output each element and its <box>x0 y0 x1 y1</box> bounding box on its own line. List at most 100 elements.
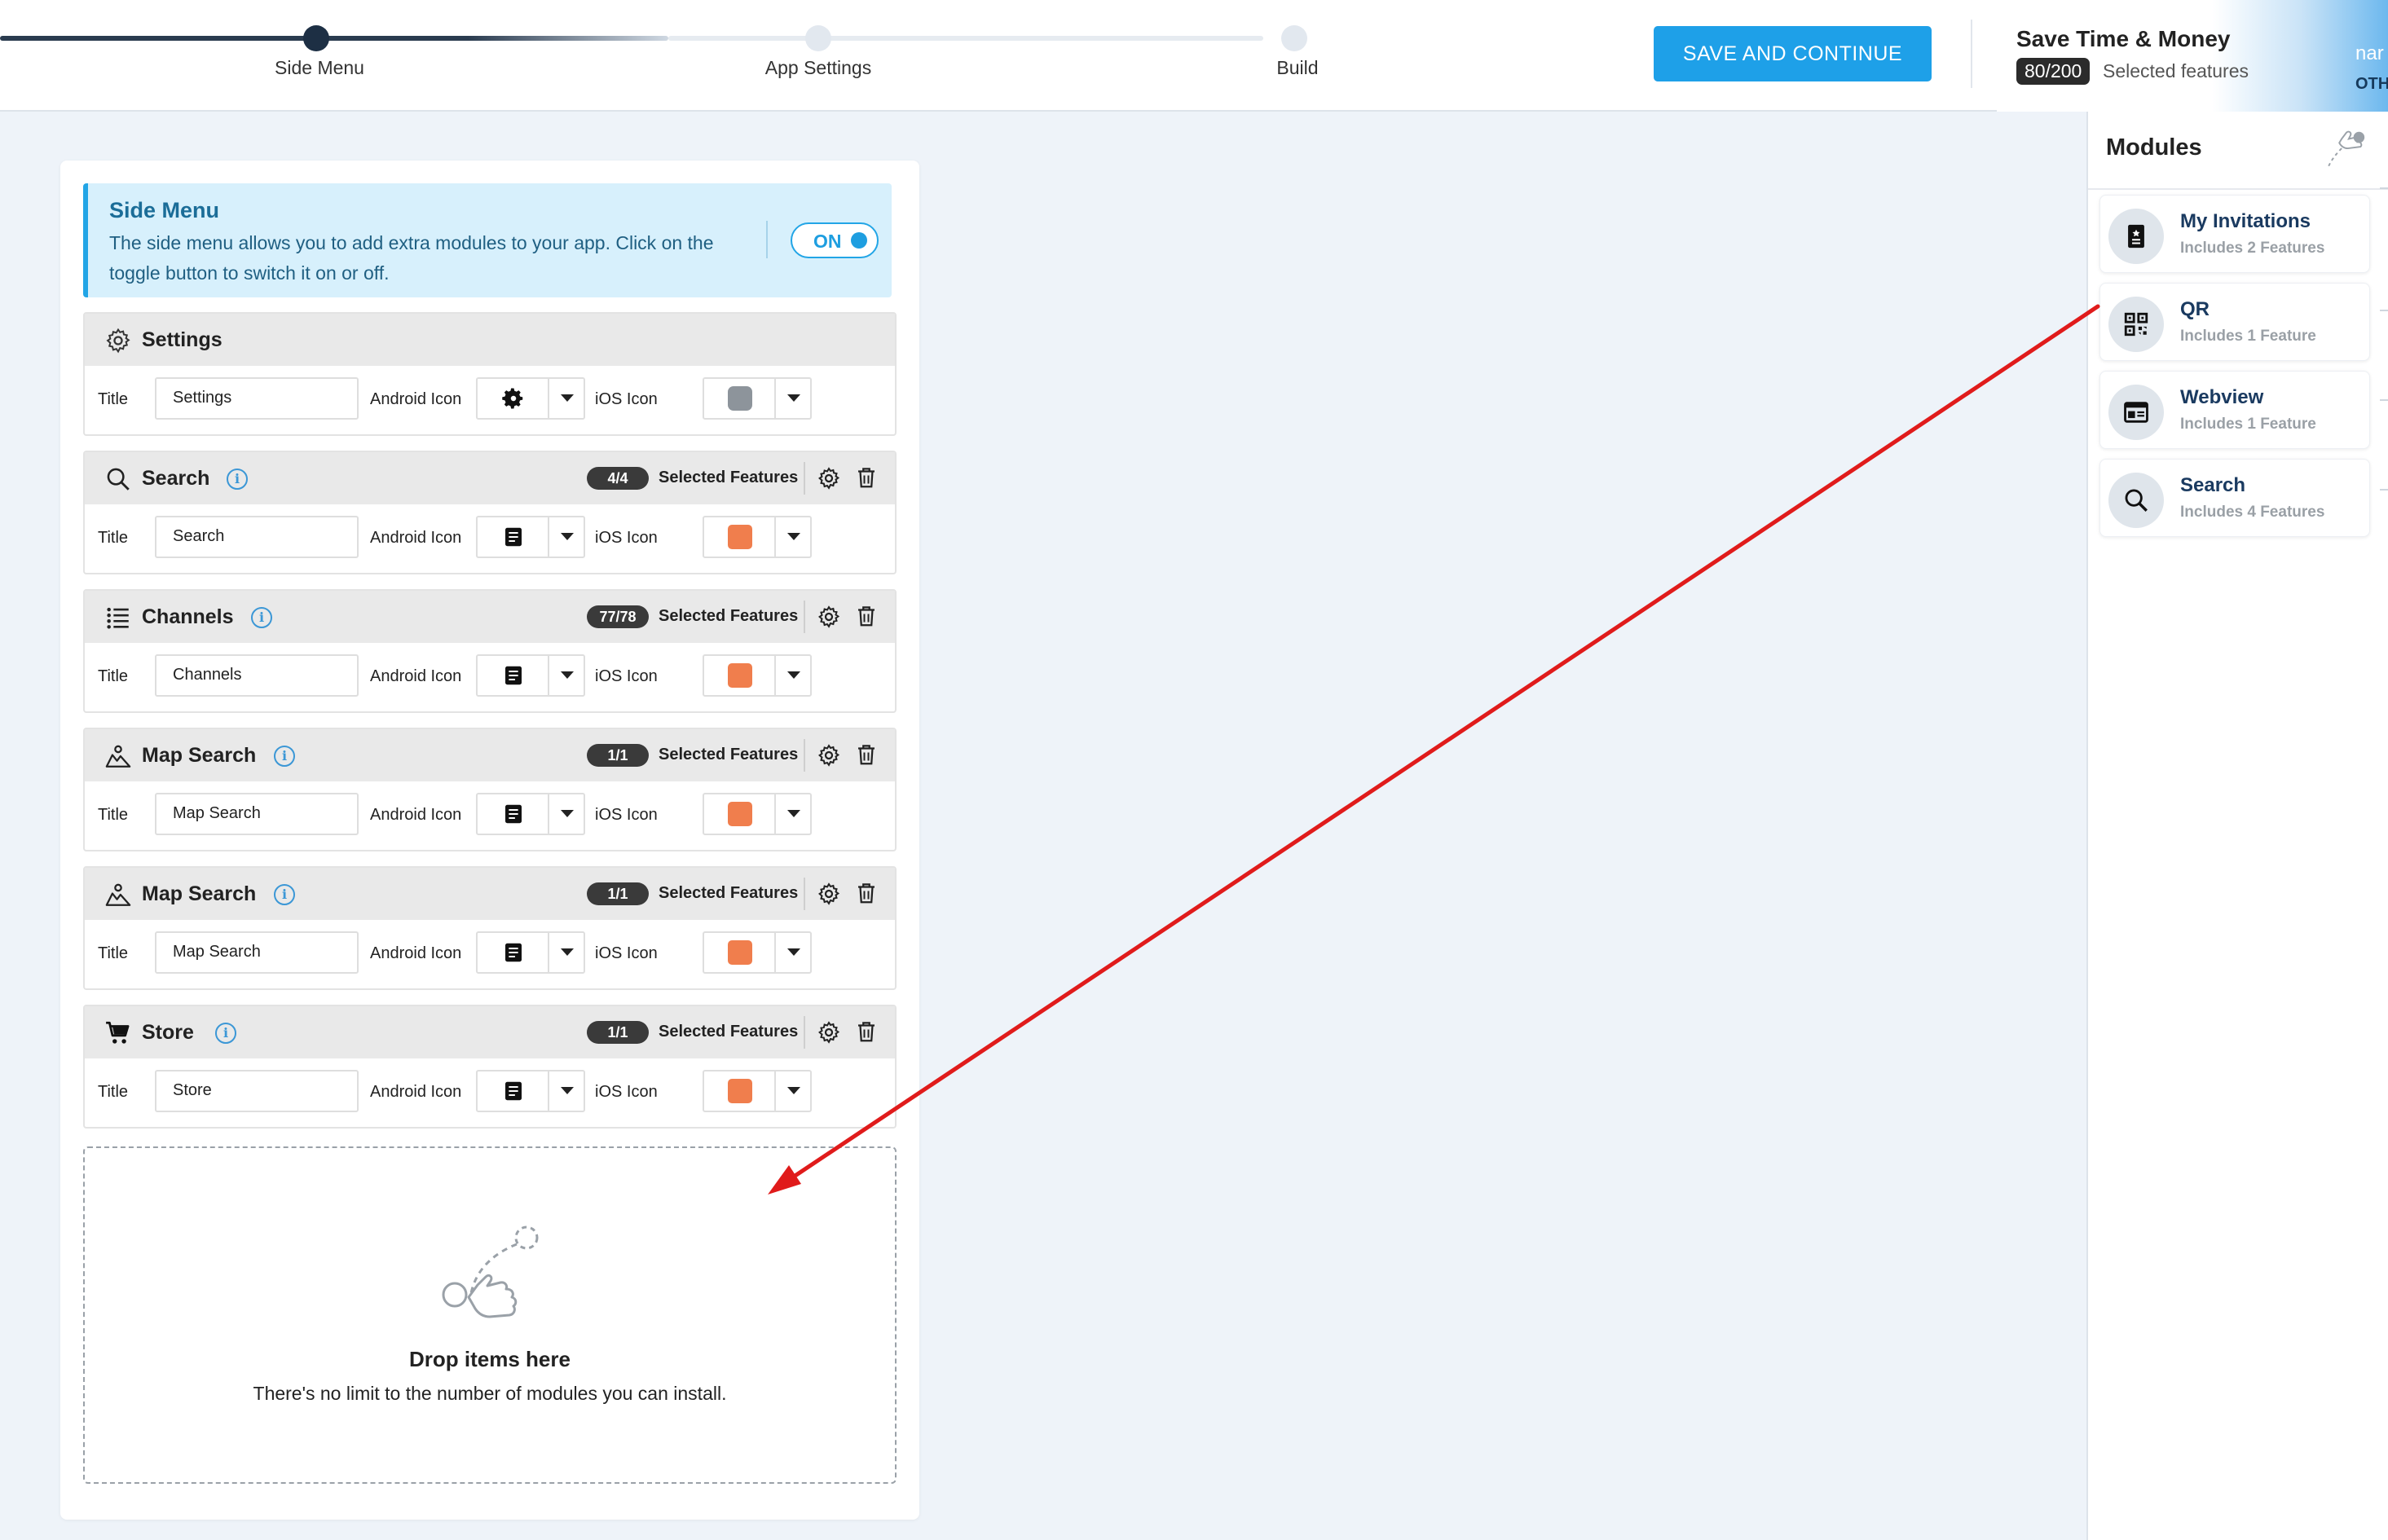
step-side-menu-dot[interactable] <box>303 25 329 51</box>
chevron-down-icon[interactable] <box>561 948 574 956</box>
module-name: Search <box>142 467 210 490</box>
module-card-search[interactable]: Search Includes 4 Features <box>2099 459 2370 537</box>
info-icon[interactable]: i <box>227 469 248 490</box>
step-build-label[interactable]: Build <box>1200 57 1395 79</box>
info-description: The side menu allows you to add extra mo… <box>109 232 714 284</box>
drop-zone-title: Drop items here <box>409 1347 571 1371</box>
gear-icon[interactable] <box>817 743 841 768</box>
picker-icon-slot <box>478 656 549 695</box>
info-icon[interactable]: i <box>215 1023 236 1044</box>
chevron-down-icon[interactable] <box>787 394 800 402</box>
module-card-webview[interactable]: Webview Includes 1 Feature <box>2099 371 2370 449</box>
modules-sidebar: Modules My Invitations Includes 2 Featur… <box>2086 112 2388 1540</box>
invitation-icon <box>2128 224 2144 249</box>
ios-icon-picker[interactable] <box>703 516 812 558</box>
step-build-dot[interactable] <box>1281 25 1307 51</box>
trash-icon[interactable] <box>854 603 879 629</box>
title-input[interactable]: Channels <box>155 654 359 697</box>
module-map-search[interactable]: Map Search i 1/1 Selected Features Title… <box>83 728 897 851</box>
picker-icon-slot <box>704 379 776 418</box>
module-drop-zone[interactable]: Drop items here There's no limit to the … <box>83 1146 897 1484</box>
title-input[interactable]: Map Search <box>155 931 359 974</box>
ios-icon-picker[interactable] <box>703 793 812 835</box>
trash-icon[interactable] <box>854 464 879 491</box>
divider <box>2380 187 2388 189</box>
divider <box>804 1016 805 1049</box>
title-label: Title <box>98 667 129 685</box>
chevron-down-icon[interactable] <box>787 948 800 956</box>
save-and-continue-button[interactable]: SAVE AND CONTINUE <box>1654 26 1932 81</box>
gear-icon[interactable] <box>817 605 841 629</box>
document-icon <box>505 943 522 962</box>
chevron-down-icon[interactable] <box>561 533 574 540</box>
toggle-label: ON <box>813 231 842 252</box>
module-card-subtitle: Includes 1 Feature <box>2180 328 2316 345</box>
search-icon <box>107 468 130 491</box>
step-side-menu-label[interactable]: Side Menu <box>222 57 417 79</box>
chevron-down-icon[interactable] <box>561 671 574 679</box>
info-icon[interactable]: i <box>274 746 295 767</box>
rss-icon <box>728 940 752 965</box>
ios-icon-label: iOS Icon <box>595 806 658 824</box>
trash-icon[interactable] <box>854 880 879 906</box>
selected-features-label: Selected Features <box>659 607 799 625</box>
ios-icon-label: iOS Icon <box>595 390 658 408</box>
chevron-down-icon[interactable] <box>561 1087 574 1094</box>
promo-banner[interactable]: Save Time & Money 80/200 Selected featur… <box>1997 0 2388 112</box>
title-input[interactable]: Store <box>155 1070 359 1112</box>
gear-icon[interactable] <box>817 1020 841 1045</box>
android-icon-picker[interactable] <box>476 1070 585 1112</box>
android-icon-picker[interactable] <box>476 931 585 974</box>
ios-icon-picker[interactable] <box>703 1070 812 1112</box>
chevron-down-icon[interactable] <box>787 1087 800 1094</box>
chevron-down-icon[interactable] <box>561 394 574 402</box>
module-card-qr[interactable]: QR Includes 1 Feature <box>2099 283 2370 361</box>
selected-features-label: Selected Features <box>659 746 799 763</box>
divider <box>2380 399 2388 401</box>
rss-icon <box>728 1079 752 1103</box>
selected-count-badge: 1/1 <box>587 744 649 767</box>
info-icon[interactable]: i <box>251 607 272 628</box>
trash-icon[interactable] <box>854 741 879 768</box>
module-channels[interactable]: Channels i 77/78 Selected Features Title… <box>83 589 897 713</box>
title-input[interactable]: Map Search <box>155 793 359 835</box>
document-icon <box>505 804 522 824</box>
gear-icon[interactable] <box>817 466 841 491</box>
module-name: Channels <box>142 605 234 628</box>
ios-icon-label: iOS Icon <box>595 529 658 547</box>
module-map-search[interactable]: Map Search i 1/1 Selected Features Title… <box>83 866 897 990</box>
step-app-settings-label[interactable]: App Settings <box>720 57 916 79</box>
ios-icon-picker[interactable] <box>703 377 812 420</box>
card-icon-wrap <box>2108 473 2164 528</box>
side-menu-toggle[interactable]: ON <box>791 222 879 258</box>
selected-count-badge: 80/200 <box>2016 58 2091 85</box>
chevron-down-icon[interactable] <box>787 533 800 540</box>
modules-title: Modules <box>2106 134 2202 161</box>
picker-icon-slot <box>704 1071 776 1111</box>
chevron-down-icon[interactable] <box>787 671 800 679</box>
module-header: Search i 4/4 Selected Features <box>85 452 895 504</box>
ios-icon-picker[interactable] <box>703 654 812 697</box>
step-app-settings-dot[interactable] <box>805 25 831 51</box>
picker-icon-slot <box>704 933 776 972</box>
module-store[interactable]: Store i 1/1 Selected Features Title Stor… <box>83 1005 897 1129</box>
document-icon <box>505 527 522 547</box>
title-input[interactable]: Settings <box>155 377 359 420</box>
gear-icon[interactable] <box>817 882 841 906</box>
chevron-down-icon[interactable] <box>787 810 800 817</box>
module-card-my-invitations[interactable]: My Invitations Includes 2 Features <box>2099 195 2370 273</box>
ios-icon-picker[interactable] <box>703 931 812 974</box>
info-icon[interactable]: i <box>274 884 295 905</box>
android-icon-picker[interactable] <box>476 654 585 697</box>
trash-icon[interactable] <box>854 1019 879 1045</box>
chevron-down-icon[interactable] <box>561 810 574 817</box>
module-settings[interactable]: Settings Title Settings Android Icon iOS… <box>83 312 897 436</box>
rss-icon <box>728 802 752 826</box>
android-icon-picker[interactable] <box>476 793 585 835</box>
module-search[interactable]: Search i 4/4 Selected Features Title Sea… <box>83 451 897 574</box>
list-icon <box>107 607 129 629</box>
info-title: Side Menu <box>109 198 220 222</box>
title-input[interactable]: Search <box>155 516 359 558</box>
android-icon-picker[interactable] <box>476 516 585 558</box>
android-icon-picker[interactable] <box>476 377 585 420</box>
